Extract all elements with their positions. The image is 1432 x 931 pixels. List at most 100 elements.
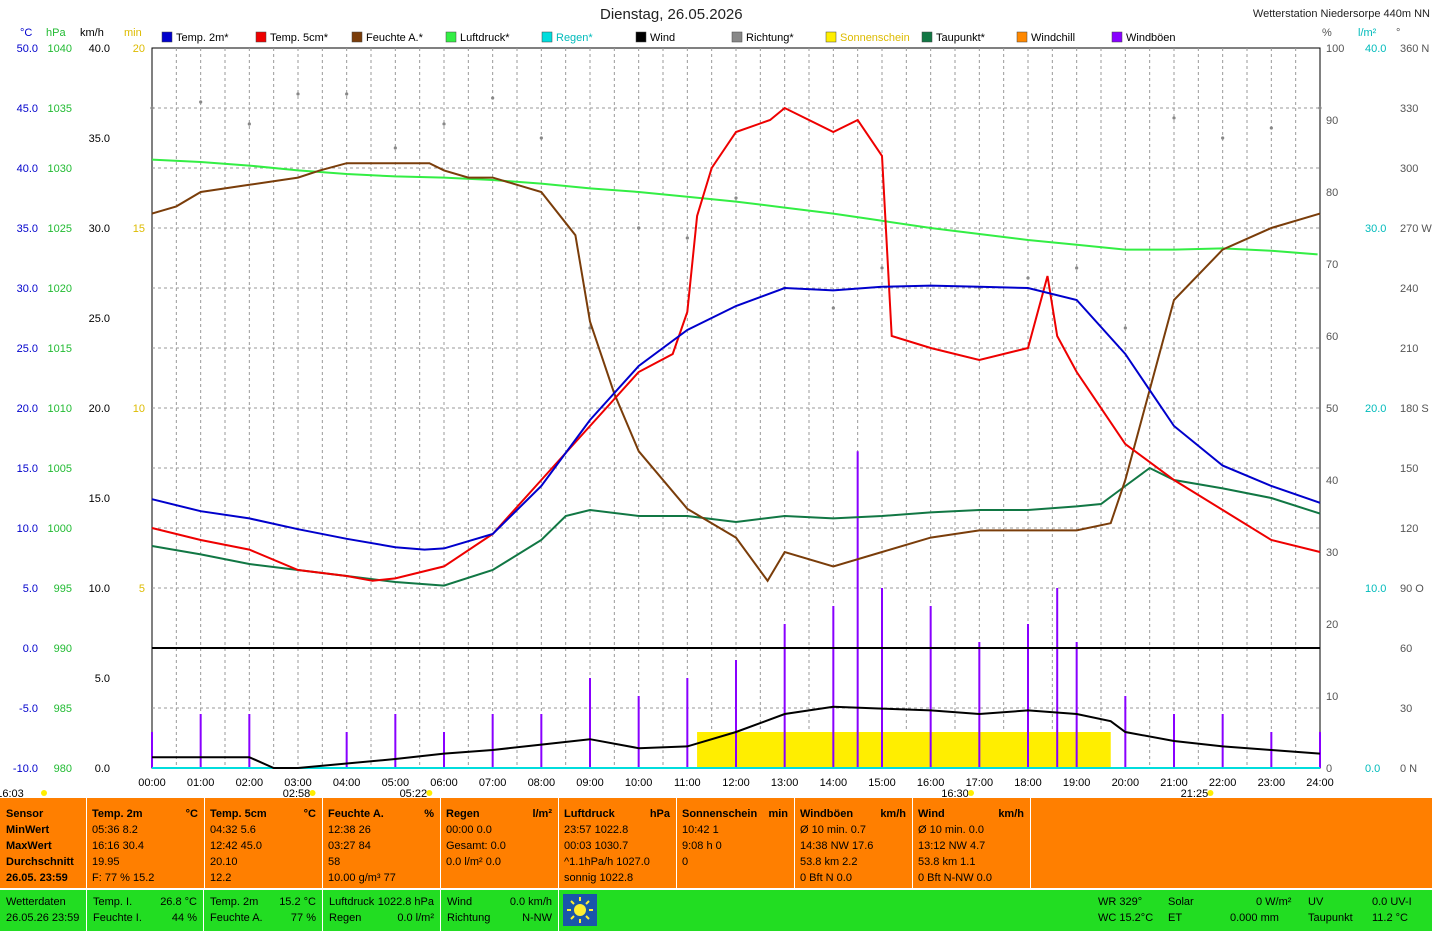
status-regen-value: 0.0 l/m² (397, 912, 434, 924)
direction-point (1172, 116, 1176, 120)
x-tick-label: 07:00 (479, 777, 507, 789)
kmh-tick-label: 15.0 (89, 493, 110, 505)
status-datetime: 26.05.26 23:59 (6, 912, 80, 924)
table-cell: 0 (682, 856, 689, 868)
temp-tick-label: 45.0 (17, 103, 38, 115)
table-cell: MaxWert (6, 840, 52, 852)
kmh-tick-label: 35.0 (89, 133, 110, 145)
temp-tick-label: 50.0 (17, 43, 38, 55)
table-cell: 19.95 (92, 856, 120, 868)
direction-point (734, 196, 738, 200)
hpa-tick-label: 1000 (48, 523, 72, 535)
x-tick-label: 23:00 (1258, 777, 1286, 789)
min-tick-label: 15 (133, 223, 145, 235)
x-tick-label: 24:00 (1306, 777, 1334, 789)
direction-tick-label: 240 (1400, 283, 1418, 295)
direction-tick-label: 120 (1400, 523, 1418, 535)
table-cell: 04:32 5.6 (210, 824, 256, 836)
direction-point (539, 136, 543, 140)
table-cell: 12:42 45.0 (210, 840, 262, 852)
x-tick-label: 12:00 (722, 777, 750, 789)
direction-point (150, 106, 154, 110)
x-tick-label: 13:00 (771, 777, 799, 789)
kmh-tick-label: 30.0 (89, 223, 110, 235)
percent-tick-label: 90 (1326, 115, 1338, 127)
table-cell: 10:42 1 (682, 824, 719, 836)
station-name: Wetterstation Niedersorpe 440m NN (1252, 8, 1430, 20)
min-tick-label: 10 (133, 403, 145, 415)
table-column-header: Wind (918, 808, 945, 820)
status-feuchte-i-label: Feuchte I. (93, 912, 142, 924)
x-tick-label: 18:00 (1014, 777, 1042, 789)
percent-tick-label: 80 (1326, 187, 1338, 199)
lm2-tick-label: 10.0 (1365, 583, 1386, 595)
kmh-tick-label: 25.0 (89, 313, 110, 325)
table-cell: F: 77 % 15.2 (92, 872, 155, 884)
status-temp-i-label: Temp. I. (93, 896, 133, 908)
table-cell: 0 Bft N 0.0 (800, 872, 852, 884)
status-luftdruck-label: Luftdruck (329, 896, 375, 908)
temp-tick-label: -5.0 (19, 703, 38, 715)
legend-label: Wind (650, 32, 675, 44)
status-regen-label: Regen (329, 912, 362, 924)
direction-point (247, 122, 251, 126)
percent-tick-label: 10 (1326, 691, 1338, 703)
table-column-unit: km/h (880, 808, 906, 820)
status-et-value: 0.000 mm (1230, 912, 1279, 924)
table-column-unit: °C (303, 808, 316, 820)
direction-point (491, 96, 495, 100)
direction-tick-label: 0 N (1400, 763, 1417, 775)
direction-point (393, 146, 397, 150)
unit-percent: % (1322, 27, 1332, 39)
x-tick-label: 09:00 (576, 777, 604, 789)
table-cell: 26.05. 23:59 (6, 872, 68, 884)
legend-swatch (445, 31, 457, 43)
direction-point (1221, 136, 1225, 140)
status-temp-2m-value: 15.2 °C (279, 896, 316, 908)
time-marker-icon (1207, 790, 1214, 796)
table-cell: 13:12 NW 4.7 (918, 840, 986, 852)
direction-tick-label: 30 (1400, 703, 1412, 715)
table-cell: 12:38 26 (328, 824, 371, 836)
lm2-tick-label: 40.0 (1365, 43, 1386, 55)
percent-tick-label: 40 (1326, 475, 1338, 487)
status-wr: WR 329° (1098, 896, 1143, 908)
x-tick-label: 01:00 (187, 777, 215, 789)
table-cell: 14:38 NW 17.6 (800, 840, 874, 852)
x-tick-label: 14:00 (820, 777, 848, 789)
lm2-tick-label: 20.0 (1365, 403, 1386, 415)
table-cell: 0 Bft N-NW 0.0 (918, 872, 992, 884)
kmh-tick-label: 20.0 (89, 403, 110, 415)
direction-point (831, 306, 835, 310)
legend-label: Temp. 2m* (176, 32, 229, 44)
x-tick-label: 19:00 (1063, 777, 1091, 789)
direction-tick-label: 210 (1400, 343, 1418, 355)
hpa-tick-label: 980 (54, 763, 72, 775)
legend-label: Windchill (1031, 32, 1075, 44)
table-cell: Ø 10 min. 0.7 (800, 824, 867, 836)
status-feuchte-i-value: 44 % (171, 912, 197, 924)
hpa-tick-label: 1010 (48, 403, 72, 415)
hpa-tick-label: 1005 (48, 463, 72, 475)
legend-label: Temp. 5cm* (270, 32, 329, 44)
hpa-tick-label: 1030 (48, 163, 72, 175)
legend-swatch (731, 31, 743, 43)
table-column-unit: hPa (649, 808, 670, 820)
legend-swatch (161, 31, 173, 43)
weather-chart: 50.0 45.0 40.0 35.0 30.0 25.0 20.0 15.0 10.0 5.0 0… (0, 27, 1432, 800)
lm2-tick-label: 0.0 (1365, 763, 1380, 775)
status-uv-label: UV (1308, 896, 1324, 908)
status-indoor: Temp. I. 26.8 °C Feuchte I. 44 % (87, 890, 204, 931)
temp-tick-label: 0.0 (23, 643, 38, 655)
table-column-header: Luftdruck (564, 808, 615, 820)
legend-swatch (921, 31, 933, 43)
temp-tick-label: 5.0 (23, 583, 38, 595)
percent-tick-label: 30 (1326, 547, 1338, 559)
temp-tick-label: -10.0 (13, 763, 38, 775)
status-wind-value: 0.0 km/h (509, 896, 552, 908)
x-tick-label: 06:00 (430, 777, 458, 789)
status-uv-value: 0.0 UV-I (1372, 896, 1412, 908)
direction-tick-label: 360 N (1400, 43, 1429, 55)
x-tick-label: 11:00 (674, 777, 701, 789)
status-luftdruck-value: 1022.8 hPa (377, 896, 434, 908)
